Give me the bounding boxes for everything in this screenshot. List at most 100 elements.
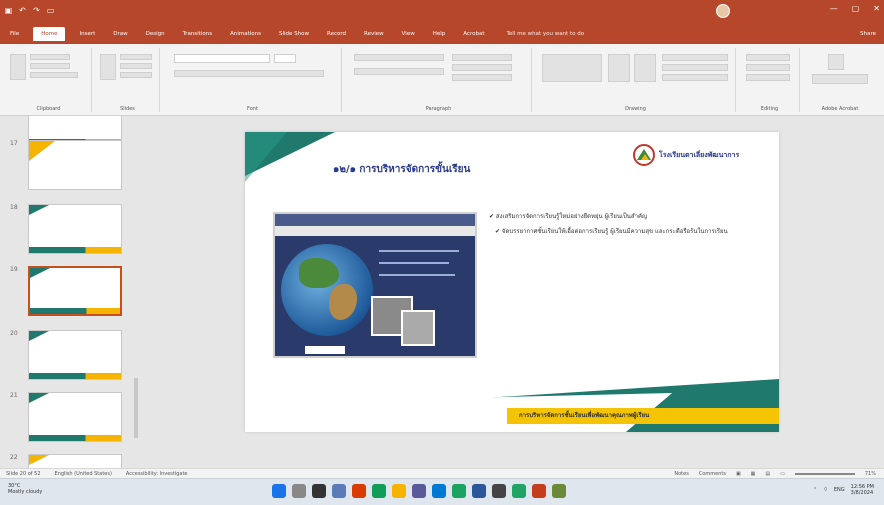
app-icon[interactable] <box>552 484 566 498</box>
network-icon[interactable]: ⌔ <box>823 487 828 493</box>
share-button[interactable]: Share <box>860 31 876 37</box>
slideshow-icon[interactable]: ▭ <box>780 471 785 477</box>
paste-button[interactable] <box>10 54 26 80</box>
chrome-icon[interactable] <box>452 484 466 498</box>
redo-icon[interactable]: ↷ <box>32 6 41 15</box>
app-icon[interactable] <box>492 484 506 498</box>
slide-title[interactable]: ๑๒/๑ การบริหารจัดการขั้นเรียน <box>333 162 470 177</box>
start-icon[interactable] <box>272 484 286 498</box>
tab-help[interactable]: Help <box>429 28 450 40</box>
zoom-level[interactable]: 71% <box>865 471 876 477</box>
group-drawing: Drawing <box>536 48 736 112</box>
create-share-pdf-button[interactable] <box>812 74 868 84</box>
align-buttons[interactable] <box>354 68 444 75</box>
font-formatting-row[interactable] <box>174 70 324 77</box>
shape-fill-button[interactable] <box>662 54 728 61</box>
ribbon-tabs: File Home Insert Draw Design Transitions… <box>0 24 884 44</box>
tab-draw[interactable]: Draw <box>109 28 131 40</box>
tab-file[interactable]: File <box>6 28 23 40</box>
tab-slide-show[interactable]: Slide Show <box>275 28 313 40</box>
section-button[interactable] <box>120 72 152 78</box>
slide-thumbnail[interactable] <box>28 454 122 468</box>
language-status[interactable]: English (United States) <box>55 471 112 477</box>
edge-icon[interactable] <box>372 484 386 498</box>
picture-text-line <box>379 274 455 276</box>
clock[interactable]: 12:56 PM 3/8/2024 <box>851 484 874 496</box>
close-button[interactable]: ✕ <box>873 4 880 13</box>
slide-thumbnail-selected[interactable] <box>28 266 122 316</box>
tab-animations[interactable]: Animations <box>226 28 265 40</box>
photo-frame <box>401 310 435 346</box>
select-button[interactable] <box>746 74 790 81</box>
tab-acrobat[interactable]: Acrobat <box>459 28 488 40</box>
slide-body-text[interactable]: ✔ ส่งเสริมการจัดการเรียนรู้ใหม่อย่างยืดห… <box>489 212 759 242</box>
slide-thumbnail[interactable] <box>28 392 122 442</box>
line-icon[interactable] <box>512 484 526 498</box>
copy-button[interactable] <box>30 63 70 69</box>
save-icon[interactable]: ▣ <box>4 6 13 15</box>
cut-button[interactable] <box>30 54 70 60</box>
store-icon[interactable] <box>432 484 446 498</box>
format-painter-button[interactable] <box>30 72 78 78</box>
bullet-2: ✔ จัดบรรยากาศชั้นเรียนให้เอื้อต่อการเรีย… <box>495 228 728 235</box>
font-size-select[interactable] <box>274 54 296 63</box>
find-button[interactable] <box>746 54 790 61</box>
tab-review[interactable]: Review <box>360 28 388 40</box>
present-icon[interactable]: ▭ <box>46 6 55 15</box>
tab-insert[interactable]: Insert <box>75 28 99 40</box>
create-pdf-button[interactable] <box>828 54 844 70</box>
text-direction-button[interactable] <box>452 54 512 61</box>
task-view-icon[interactable] <box>312 484 326 498</box>
tab-home[interactable]: Home <box>33 27 66 41</box>
slide-sorter-icon[interactable]: ▦ <box>751 471 756 477</box>
slide-picture[interactable] <box>273 212 477 358</box>
reset-button[interactable] <box>120 63 152 69</box>
file-explorer-icon[interactable] <box>392 484 406 498</box>
tab-record[interactable]: Record <box>323 28 350 40</box>
tab-view[interactable]: View <box>398 28 419 40</box>
shapes-gallery[interactable] <box>542 54 602 82</box>
maximize-button[interactable]: ▢ <box>852 4 860 13</box>
chevron-up-icon[interactable]: ⌃ <box>813 487 817 493</box>
powerpoint-icon[interactable] <box>532 484 546 498</box>
comments-button[interactable]: Comments <box>699 471 726 477</box>
smartart-button[interactable] <box>452 74 512 81</box>
weather-widget[interactable]: 30°C Mostly cloudy <box>8 483 42 495</box>
layout-button[interactable] <box>120 54 152 60</box>
minimize-button[interactable]: — <box>830 4 838 13</box>
accessibility-status[interactable]: Accessibility: Investigate <box>126 471 188 477</box>
slide-thumbnail[interactable] <box>28 330 122 380</box>
tab-design[interactable]: Design <box>142 28 169 40</box>
shape-outline-button[interactable] <box>662 64 728 71</box>
zoom-slider[interactable] <box>794 472 855 475</box>
chat-icon[interactable] <box>332 484 346 498</box>
word-icon[interactable] <box>472 484 486 498</box>
slide-thumbnail[interactable] <box>28 204 122 254</box>
arrange-button[interactable] <box>608 54 630 82</box>
picture-text-line <box>379 262 449 264</box>
tell-me-search[interactable]: Tell me what you want to do <box>506 31 584 37</box>
quick-styles-button[interactable] <box>634 54 656 82</box>
status-bar: Slide 20 of 52 English (United States) A… <box>0 468 884 478</box>
search-icon[interactable] <box>292 484 306 498</box>
slide-canvas[interactable]: ๑๒/๑ การบริหารจัดการขั้นเรียน โรงเรียนตา… <box>245 132 779 432</box>
opera-icon[interactable] <box>352 484 366 498</box>
slide-thumbnails-pane[interactable]: 17 18 19 20 21 22 <box>0 116 140 468</box>
account[interactable] <box>712 4 730 18</box>
tab-transitions[interactable]: Transitions <box>179 28 216 40</box>
reading-view-icon[interactable]: ▤ <box>765 471 770 477</box>
shape-effects-button[interactable] <box>662 74 728 81</box>
slide-thumbnail[interactable] <box>28 140 122 190</box>
list-buttons[interactable] <box>354 54 444 61</box>
mail-icon[interactable] <box>412 484 426 498</box>
align-text-button[interactable] <box>452 64 512 71</box>
font-family-select[interactable] <box>174 54 270 63</box>
undo-icon[interactable]: ↶ <box>18 6 27 15</box>
notes-button[interactable]: Notes <box>674 471 688 477</box>
language-indicator[interactable]: ENG <box>834 487 845 493</box>
replace-button[interactable] <box>746 64 790 71</box>
thumbnail-scrollbar[interactable] <box>134 378 138 438</box>
normal-view-icon[interactable]: ▣ <box>736 471 741 477</box>
avatar[interactable] <box>716 4 730 18</box>
new-slide-button[interactable] <box>100 54 116 80</box>
